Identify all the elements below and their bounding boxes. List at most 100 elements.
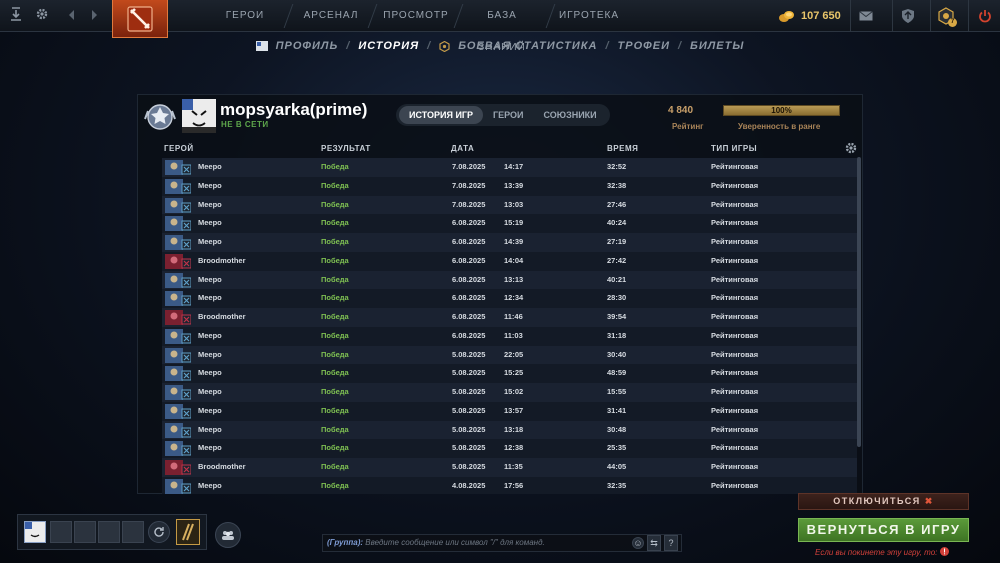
subnav-separator: / (677, 40, 683, 52)
match-duration: 31:18 (607, 330, 627, 340)
subnav-tickets[interactable]: БИЛЕТЫ (690, 40, 744, 52)
table-row[interactable]: Meepo Победа 5.08.2025 12:38 25:35 Рейтингова… (162, 439, 857, 458)
table-row[interactable]: Meepo Победа 5.08.2025 15:02 15:55 Рейтингова… (162, 383, 857, 402)
table-row[interactable]: Meepo Победа 7.08.2025 13:39 32:38 Рейтингова… (162, 176, 857, 196)
confidence-label: Уверенность в ранге (738, 122, 821, 131)
party-slot-empty[interactable] (122, 521, 144, 543)
download-icon[interactable] (6, 6, 26, 26)
match-result: Победа (321, 368, 349, 378)
battle-pass-button[interactable]: 7 (930, 0, 960, 32)
chat-input[interactable]: (Группа): Введите сообщение или символ "… (322, 534, 682, 552)
nav-arcade[interactable]: ИГРОТЕКА (556, 0, 622, 32)
battle-pass-level-button[interactable] (176, 519, 200, 545)
avatar[interactable] (182, 99, 216, 133)
match-date: 5.08.2025 (452, 368, 486, 378)
table-row[interactable]: Meepo Победа 6.08.2025 13:13 40:21 Рейтингова… (162, 270, 857, 290)
tab-heroes[interactable]: ГЕРОИ (483, 106, 533, 124)
table-row[interactable]: Broodmother Победа 5.08.2025 11:35 44:05 Рейт… (162, 458, 857, 477)
match-start-time: 14:04 (504, 255, 524, 265)
match-start-time: 13:39 (504, 180, 524, 190)
subnav-history[interactable]: ИСТОРИЯ (358, 40, 419, 52)
match-start-time: 13:57 (504, 405, 524, 415)
tab-match-history[interactable]: ИСТОРИЯ ИГР (399, 106, 484, 124)
confidence-bar: 100% (723, 105, 840, 116)
match-game-mode: Рейтинговая (711, 368, 759, 378)
settings-gear-icon[interactable] (32, 6, 52, 26)
nav-arsenal[interactable]: АРСЕНАЛ (298, 0, 364, 32)
meepo-hero-icon (165, 160, 191, 175)
table-row[interactable]: Meepo Победа 6.08.2025 14:39 27:19 Рейтингова… (162, 233, 857, 252)
disconnect-button[interactable]: ОТКЛЮЧИТЬСЯ ✖ (798, 493, 969, 510)
match-result: Победа (321, 199, 349, 209)
match-result: Победа (321, 274, 349, 284)
table-row[interactable]: Broodmother Победа 6.08.2025 14:04 27:42 Рейт… (162, 251, 857, 271)
table-row[interactable]: Meepo Победа 6.08.2025 12:34 28:30 Рейтингова… (162, 289, 857, 308)
power-button[interactable] (968, 0, 1000, 32)
nav-learn[interactable]: БАЗА ЗНАНИЙ (462, 0, 542, 53)
match-game-mode: Рейтинговая (711, 480, 759, 490)
stripes-badge-icon (182, 523, 194, 541)
meepo-hero-icon (165, 216, 191, 232)
match-duration: 44:05 (607, 462, 627, 471)
match-duration: 27:42 (607, 255, 627, 265)
party-slot-empty[interactable] (98, 521, 120, 543)
match-game-mode: Рейтинговая (711, 405, 759, 415)
broodmother-hero-icon (165, 253, 191, 269)
nav-watch[interactable]: ПРОСМОТР (380, 0, 452, 32)
table-row[interactable]: Meepo Победа 5.08.2025 22:05 30:40 Рейтингова… (162, 345, 857, 365)
meepo-hero-icon (165, 385, 191, 400)
match-duration: 32:35 (607, 480, 627, 490)
meepo-hero-icon (165, 441, 191, 457)
shield-button[interactable] (892, 0, 922, 32)
chat-channel-label[interactable]: (Группа): (327, 538, 363, 547)
back-arrow-icon[interactable] (62, 6, 82, 26)
match-game-mode: Рейтинговая (711, 255, 759, 265)
table-row[interactable]: Meepo Победа 5.08.2025 13:18 30:48 Рейтингова… (162, 420, 857, 440)
tab-allies[interactable]: СОЮЗНИКИ (534, 106, 607, 124)
table-row[interactable]: Meepo Победа 7.08.2025 14:17 32:52 Рейтингова… (162, 158, 857, 177)
forward-arrow-icon[interactable] (84, 6, 104, 26)
table-row[interactable]: Meepo Победа 5.08.2025 13:57 31:41 Рейтингова… (162, 401, 857, 421)
close-x-icon: ✖ (924, 496, 934, 506)
table-row[interactable]: Meepo Победа 7.08.2025 13:03 27:46 Рейтингова… (162, 195, 857, 215)
match-result: Победа (321, 237, 349, 246)
match-date: 6.08.2025 (452, 218, 486, 228)
return-to-game-button[interactable]: ВЕРНУТЬСЯ В ИГРУ (798, 518, 969, 542)
subnav-separator: / (605, 40, 610, 52)
table-row[interactable]: Meepo Победа 5.08.2025 15:25 48:59 Рейтингова… (162, 364, 857, 383)
party-slot-empty[interactable] (74, 521, 96, 543)
party-settings-button[interactable] (148, 521, 170, 543)
dota-logo-icon (127, 5, 153, 32)
match-list-scrollbar[interactable] (857, 157, 861, 447)
mail-button[interactable] (850, 0, 880, 32)
friends-button[interactable] (215, 522, 241, 548)
table-row[interactable]: Meepo Победа 4.08.2025 17:56 32:35 Рейтингова… (162, 476, 857, 494)
emoji-button[interactable]: ☺ (632, 537, 644, 549)
chat-wheel-button[interactable]: ⇆ (647, 535, 661, 551)
nav-heroes[interactable]: ГЕРОИ (214, 0, 276, 32)
meepo-hero-icon (165, 478, 191, 494)
chat-help-button[interactable]: ? (664, 535, 678, 551)
column-header-result[interactable]: РЕЗУЛЬТАТ (321, 144, 371, 153)
table-settings-gear-icon[interactable] (844, 141, 858, 155)
rank-medal-icon (144, 104, 176, 130)
leave-warning[interactable]: Если вы покинете эту игру, то: (815, 547, 949, 557)
party-slot-empty[interactable] (50, 521, 72, 543)
nav-divider (283, 4, 294, 28)
hero-name: Broodmother (198, 312, 246, 321)
column-header-date[interactable]: ДАТА (451, 144, 474, 153)
match-game-mode: Рейтинговая (711, 293, 759, 303)
column-header-game-mode[interactable]: ТИП ИГРЫ (711, 144, 757, 153)
column-header-duration[interactable]: ВРЕМЯ (607, 144, 638, 153)
mail-icon (858, 11, 873, 21)
table-row[interactable]: Meepo Победа 6.08.2025 15:19 40:24 Рейтингова… (162, 214, 857, 233)
gold-balance[interactable]: 107 650 (778, 6, 841, 26)
subnav-battle-stats[interactable]: БОЕВАЯ СТАТИСТИКА (458, 40, 597, 52)
table-row[interactable]: Meepo Победа 6.08.2025 11:03 31:18 Рейтингова… (162, 326, 857, 346)
column-header-hero[interactable]: ГЕРОЙ (164, 144, 194, 153)
subnav-profile[interactable]: ПРОФИЛЬ (276, 40, 339, 52)
match-duration: 30:40 (607, 349, 627, 359)
subnav-trophies[interactable]: ТРОФЕИ (618, 40, 670, 52)
party-slot-self[interactable] (24, 521, 46, 543)
table-row[interactable]: Broodmother Победа 6.08.2025 11:46 39:54 Рейт… (162, 308, 857, 327)
